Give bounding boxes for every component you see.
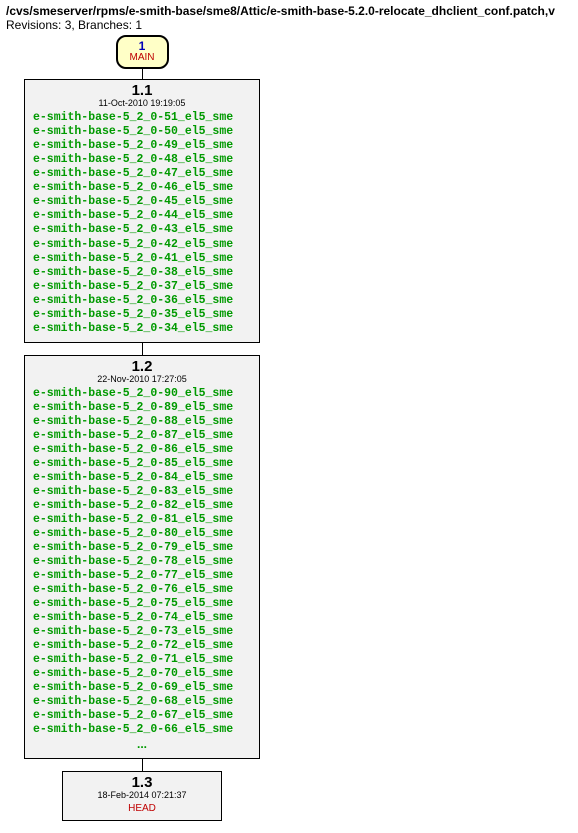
- head-label: HEAD: [69, 803, 215, 814]
- tag-list: e-smith-base-5_2_0-90_el5_smee-smith-bas…: [31, 387, 253, 737]
- tag: e-smith-base-5_2_0-66_el5_sme: [33, 723, 251, 737]
- tag: e-smith-base-5_2_0-76_el5_sme: [33, 583, 251, 597]
- revision-box-1-1[interactable]: 1.1 11-Oct-2010 19:19:05 e-smith-base-5_…: [24, 79, 260, 343]
- revision-date: 18-Feb-2014 07:21:37: [69, 791, 215, 801]
- revision-number: 1.1: [31, 83, 253, 100]
- revision-box-1-3[interactable]: 1.3 18-Feb-2014 07:21:37 HEAD: [62, 771, 222, 821]
- revision-box-1-2[interactable]: 1.2 22-Nov-2010 17:27:05 e-smith-base-5_…: [24, 355, 260, 759]
- tag: e-smith-base-5_2_0-71_el5_sme: [33, 653, 251, 667]
- tag: e-smith-base-5_2_0-36_el5_sme: [33, 294, 251, 308]
- tag: e-smith-base-5_2_0-51_el5_sme: [33, 111, 251, 125]
- tag: e-smith-base-5_2_0-43_el5_sme: [33, 223, 251, 237]
- tag: e-smith-base-5_2_0-37_el5_sme: [33, 280, 251, 294]
- tag-list: e-smith-base-5_2_0-51_el5_smee-smith-bas…: [31, 111, 253, 335]
- branch-name: MAIN: [130, 53, 155, 63]
- tag: e-smith-base-5_2_0-67_el5_sme: [33, 709, 251, 723]
- branch-box-main[interactable]: 1 MAIN: [116, 35, 169, 69]
- tag: e-smith-base-5_2_0-49_el5_sme: [33, 139, 251, 153]
- tag: e-smith-base-5_2_0-74_el5_sme: [33, 611, 251, 625]
- tag: e-smith-base-5_2_0-80_el5_sme: [33, 527, 251, 541]
- connector: [142, 759, 143, 771]
- tag: e-smith-base-5_2_0-86_el5_sme: [33, 443, 251, 457]
- tag: e-smith-base-5_2_0-77_el5_sme: [33, 569, 251, 583]
- tag-more: ...: [31, 737, 253, 751]
- tag: e-smith-base-5_2_0-78_el5_sme: [33, 555, 251, 569]
- tag: e-smith-base-5_2_0-79_el5_sme: [33, 541, 251, 555]
- repo-path: /cvs/smeserver/rpms/e-smith-base/sme8/At…: [6, 4, 572, 18]
- revision-date: 11-Oct-2010 19:19:05: [31, 99, 253, 109]
- tag: e-smith-base-5_2_0-35_el5_sme: [33, 308, 251, 322]
- tag: e-smith-base-5_2_0-42_el5_sme: [33, 238, 251, 252]
- tag: e-smith-base-5_2_0-47_el5_sme: [33, 167, 251, 181]
- tag: e-smith-base-5_2_0-85_el5_sme: [33, 457, 251, 471]
- tag: e-smith-base-5_2_0-34_el5_sme: [33, 322, 251, 336]
- tag: e-smith-base-5_2_0-38_el5_sme: [33, 266, 251, 280]
- tag: e-smith-base-5_2_0-87_el5_sme: [33, 429, 251, 443]
- revision-graph: 1 MAIN 1.1 11-Oct-2010 19:19:05 e-smith-…: [6, 35, 572, 821]
- tag: e-smith-base-5_2_0-69_el5_sme: [33, 681, 251, 695]
- tag: e-smith-base-5_2_0-82_el5_sme: [33, 499, 251, 513]
- tag: e-smith-base-5_2_0-89_el5_sme: [33, 401, 251, 415]
- branch-number: 1: [130, 40, 155, 53]
- tag: e-smith-base-5_2_0-73_el5_sme: [33, 625, 251, 639]
- revision-date: 22-Nov-2010 17:27:05: [31, 375, 253, 385]
- tag: e-smith-base-5_2_0-81_el5_sme: [33, 513, 251, 527]
- tag: e-smith-base-5_2_0-88_el5_sme: [33, 415, 251, 429]
- tag: e-smith-base-5_2_0-50_el5_sme: [33, 125, 251, 139]
- tag: e-smith-base-5_2_0-41_el5_sme: [33, 252, 251, 266]
- tag: e-smith-base-5_2_0-90_el5_sme: [33, 387, 251, 401]
- tag: e-smith-base-5_2_0-83_el5_sme: [33, 485, 251, 499]
- tag: e-smith-base-5_2_0-72_el5_sme: [33, 639, 251, 653]
- tag: e-smith-base-5_2_0-45_el5_sme: [33, 195, 251, 209]
- revision-number: 1.2: [31, 359, 253, 376]
- connector: [142, 343, 143, 355]
- revision-number: 1.3: [69, 775, 215, 792]
- connector: [142, 69, 143, 79]
- tag: e-smith-base-5_2_0-48_el5_sme: [33, 153, 251, 167]
- tag: e-smith-base-5_2_0-70_el5_sme: [33, 667, 251, 681]
- tag: e-smith-base-5_2_0-84_el5_sme: [33, 471, 251, 485]
- tag: e-smith-base-5_2_0-75_el5_sme: [33, 597, 251, 611]
- tag: e-smith-base-5_2_0-44_el5_sme: [33, 209, 251, 223]
- revisions-summary: Revisions: 3, Branches: 1: [6, 18, 572, 32]
- tag: e-smith-base-5_2_0-68_el5_sme: [33, 695, 251, 709]
- tag: e-smith-base-5_2_0-46_el5_sme: [33, 181, 251, 195]
